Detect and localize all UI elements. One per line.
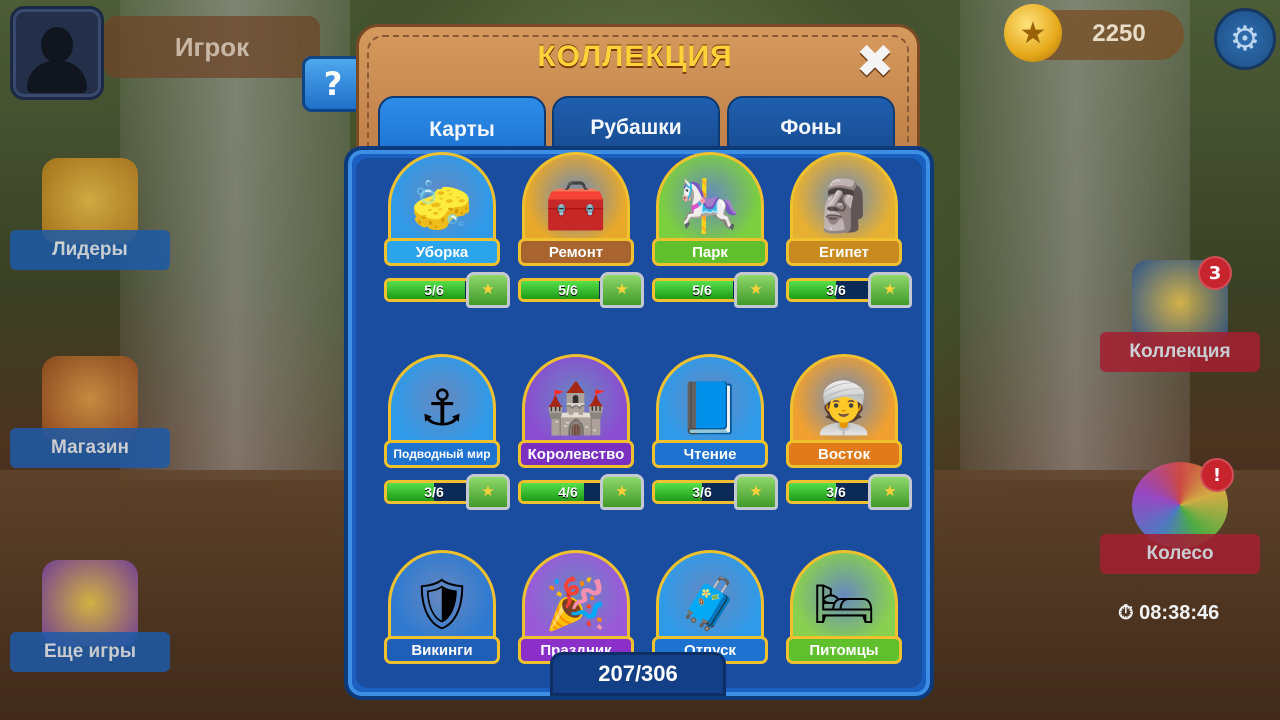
question-icon: ? (323, 65, 343, 103)
more-games-label: Еще игры (10, 632, 170, 672)
collection-card[interactable]: 🧽 Уборка 5/6 ★ (384, 152, 510, 312)
collection-total: 207/306 (550, 652, 726, 696)
card-title: Подводный мир (384, 440, 500, 468)
settings-button[interactable]: ⚙ (1214, 8, 1276, 70)
close-icon: ✖ (855, 34, 895, 88)
toolbox-icon: 🧰 (544, 177, 608, 235)
wheel-timer: ⏱ 08:38:46 (1118, 602, 1219, 625)
gear-icon: ⚙ (1229, 19, 1261, 59)
more-games-button[interactable]: Еще игры (10, 560, 170, 672)
card-title: Королевство (518, 440, 634, 468)
leaders-label: Лидеры (10, 230, 170, 270)
card-title: Викинги (384, 636, 500, 664)
player-name[interactable]: Игрок (104, 16, 320, 78)
help-button[interactable]: ? (302, 56, 364, 112)
collection-card[interactable]: 🛏 Питомцы (786, 550, 902, 696)
card-title: Восток (786, 440, 902, 468)
reward-chest-icon[interactable]: ★ (868, 272, 912, 308)
coin-icon: ★ (1004, 4, 1062, 62)
reward-chest-icon[interactable]: ★ (466, 474, 510, 510)
castle-icon: 🏰 (544, 379, 608, 437)
panel-title: КОЛЛЕКЦИЯ (537, 40, 733, 73)
avatar-body-icon (27, 61, 87, 93)
party-hat-icon: 🎉 (544, 575, 608, 633)
clock-icon: ⏱ (1118, 602, 1140, 624)
shop-label: Магазин (10, 428, 170, 468)
book-icon: 📘 (678, 379, 742, 437)
leaders-button[interactable]: Лидеры (10, 158, 170, 270)
reward-chest-icon[interactable]: ★ (600, 272, 644, 308)
collection-button[interactable]: Коллекция (1100, 260, 1260, 372)
card-title: Питомцы (786, 636, 902, 664)
reward-chest-icon[interactable]: ★ (734, 272, 778, 308)
pet-bed-icon: 🛏 (812, 575, 876, 633)
card-title: Чтение (652, 440, 768, 468)
avatar-head-icon (41, 27, 73, 63)
collection-card[interactable]: 🧰 Ремонт 5/6 ★ (518, 152, 644, 312)
player-avatar[interactable] (10, 6, 104, 100)
collection-card[interactable]: 🎠 Парк 5/6 ★ (652, 152, 778, 312)
wheel-label: Колесо (1100, 534, 1260, 574)
card-title: Парк (652, 238, 768, 266)
suitcase-icon: 🧳 (678, 575, 742, 633)
collection-card[interactable]: 📘 Чтение 3/6 ★ (652, 354, 778, 514)
collection-card[interactable]: 🏰 Королевство 4/6 ★ (518, 354, 644, 514)
coin-value: 2250 (1092, 20, 1146, 47)
collection-card[interactable]: 🗿 Египет 3/6 ★ (786, 152, 912, 312)
reward-chest-icon[interactable]: ★ (466, 272, 510, 308)
anchor-icon: ⚓ (419, 379, 465, 437)
helmet-icon: 🛡 (410, 575, 474, 633)
bucket-icon: 🧽 (410, 177, 474, 235)
carousel-icon: 🎠 (678, 177, 742, 235)
close-button[interactable]: ✖ (854, 38, 896, 84)
reward-chest-icon[interactable]: ★ (734, 474, 778, 510)
shop-button[interactable]: Магазин (10, 356, 170, 468)
collection-badge: 3 (1198, 256, 1232, 290)
wheel-alert-badge: ! (1200, 458, 1234, 492)
card-title: Уборка (384, 238, 500, 266)
tablet-icon: 🗿 (812, 177, 876, 235)
turban-icon: 👳 (812, 379, 876, 437)
collection-grid-inner: 🧽 Уборка 5/6 ★ 🧰 Ремонт 5/6 ★ 🎠 Парк 5/6 ★ 🗿 Египет 3/… (356, 152, 922, 688)
collection-grid: 🧽 Уборка 5/6 ★ 🧰 Ремонт 5/6 ★ 🎠 Парк 5/6 ★ 🗿 Египет 3/… (344, 146, 934, 700)
collection-card[interactable]: 🛡 Викинги (384, 550, 500, 696)
reward-chest-icon[interactable]: ★ (868, 474, 912, 510)
card-title: Ремонт (518, 238, 634, 266)
card-title: Египет (786, 238, 902, 266)
collection-label: Коллекция (1100, 332, 1260, 372)
collection-card[interactable]: 👳 Восток 3/6 ★ (786, 354, 912, 514)
reward-chest-icon[interactable]: ★ (600, 474, 644, 510)
collection-card[interactable]: ⚓ Подводный мир 3/6 ★ (384, 354, 510, 514)
wheel-button[interactable]: Колесо (1100, 462, 1260, 574)
wheel-timer-value: 08:38:46 (1139, 602, 1220, 624)
